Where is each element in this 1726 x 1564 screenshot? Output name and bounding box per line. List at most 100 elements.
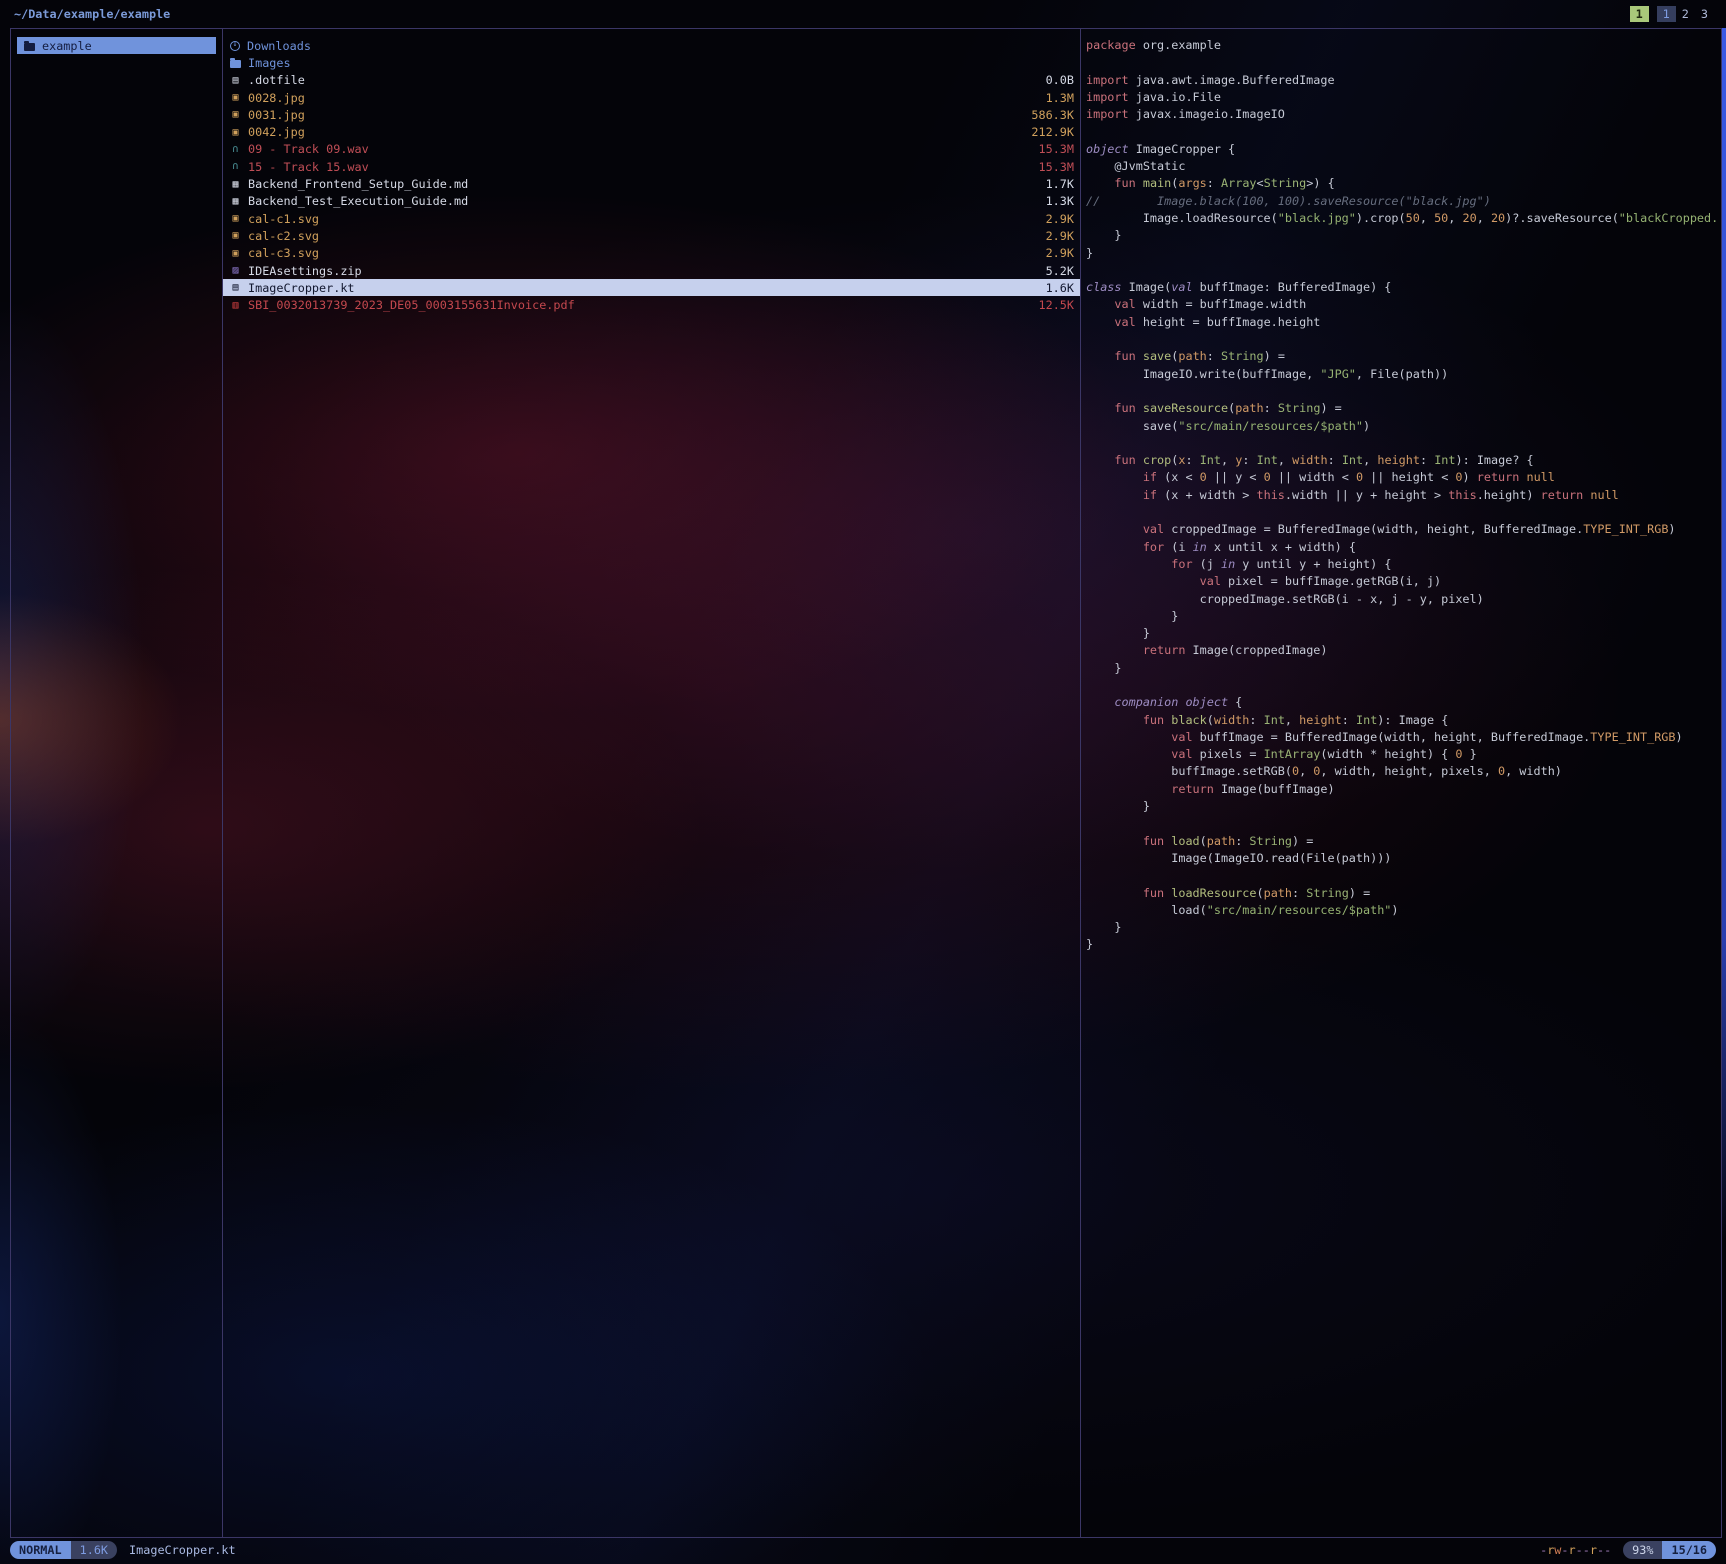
archive-icon: ▨	[229, 265, 242, 276]
code-line: companion object {	[1086, 694, 1721, 711]
code-line: load("src/main/resources/$path")	[1086, 902, 1721, 919]
code-line: class Image(val buffImage: BufferedImage…	[1086, 279, 1721, 296]
file-row[interactable]: ▣0028.jpg1.3M	[223, 89, 1080, 106]
status-right: -rw-r--r-- 93% 15/16	[1540, 1541, 1716, 1559]
file-row[interactable]: ∩09 - Track 09.wav15.3M	[223, 141, 1080, 158]
status-bar: NORMAL 1.6K ImageCropper.kt -rw-r--r-- 9…	[10, 1540, 1716, 1560]
file-name: ImageCropper.kt	[248, 281, 1040, 295]
code-line: fun save(path: String) =	[1086, 348, 1721, 365]
audio-icon: ∩	[229, 161, 242, 172]
file-name: Backend_Frontend_Setup_Guide.md	[248, 177, 1040, 191]
breadcrumb-path: ~/Data/example/example	[14, 7, 170, 21]
file-row[interactable]: ▤ImageCropper.kt1.6K	[223, 279, 1080, 296]
code-line: }	[1086, 245, 1721, 262]
code-line: for (i in x until x + width) {	[1086, 539, 1721, 556]
tab-3[interactable]: 3	[1695, 6, 1714, 22]
tab-2[interactable]: 2	[1676, 6, 1695, 22]
code-line: import java.awt.image.BufferedImage	[1086, 72, 1721, 89]
tabs-list: 123	[1657, 7, 1714, 21]
file-row[interactable]: ▣cal-c1.svg2.9K	[223, 210, 1080, 227]
mode-indicator: NORMAL	[10, 1541, 71, 1559]
parent-pane: example	[11, 29, 223, 1537]
file-size: 1.3K	[1046, 194, 1074, 208]
code-line: }	[1086, 919, 1721, 936]
image-icon: ▣	[229, 92, 242, 103]
code-line: buffImage.setRGB(0, 0, width, height, pi…	[1086, 763, 1721, 780]
code-line: val croppedImage = BufferedImage(width, …	[1086, 521, 1721, 538]
file-name: 0031.jpg	[248, 108, 1025, 122]
file-size-indicator: 1.6K	[71, 1541, 117, 1559]
file-size: 1.3M	[1046, 91, 1074, 105]
file-name: Images	[248, 56, 1068, 70]
markdown-icon: ▦	[229, 179, 242, 190]
code-line	[1086, 815, 1721, 832]
status-filename: ImageCropper.kt	[129, 1543, 236, 1557]
file-row[interactable]: ▥SBI_0032013739_2023_DE05_0003155631Invo…	[223, 296, 1080, 313]
code-line: if (x + width > this.width || y + height…	[1086, 487, 1721, 504]
code-line	[1086, 504, 1721, 521]
code-line: val width = buffImage.width	[1086, 296, 1721, 313]
file-row[interactable]: ▣0031.jpg586.3K	[223, 106, 1080, 123]
code-line: fun crop(x: Int, y: Int, width: Int, hei…	[1086, 452, 1721, 469]
markdown-icon: ▦	[229, 196, 242, 207]
code-line	[1086, 383, 1721, 400]
code-line: fun saveResource(path: String) =	[1086, 400, 1721, 417]
task-count-badge: 1	[1630, 6, 1649, 22]
file-row[interactable]: ▨IDEAsettings.zip5.2K	[223, 262, 1080, 279]
code-line	[1086, 867, 1721, 884]
file-name: 0042.jpg	[248, 125, 1025, 139]
file-row[interactable]: ▣cal-c3.svg2.9K	[223, 245, 1080, 262]
file-size: 1.7K	[1046, 177, 1074, 191]
file-name: Backend_Test_Execution_Guide.md	[248, 194, 1040, 208]
code-line	[1086, 331, 1721, 348]
image-icon: ▣	[229, 248, 242, 259]
file-size: 12.5K	[1038, 298, 1074, 312]
tab-1[interactable]: 1	[1657, 6, 1676, 22]
code-line: }	[1086, 798, 1721, 815]
file-row[interactable]: ▤ .dotfile 0.0B	[223, 72, 1080, 89]
code-line: fun main(args: Array<String>) {	[1086, 175, 1721, 192]
file-name: .dotfile	[248, 73, 1040, 87]
file-icon: ▤	[229, 75, 242, 86]
file-row[interactable]: Downloads	[223, 37, 1080, 54]
code-line: Image.loadResource("black.jpg").crop(50,…	[1086, 210, 1721, 227]
code-line: return Image(buffImage)	[1086, 781, 1721, 798]
code-line: croppedImage.setRGB(i - x, j - y, pixel)	[1086, 591, 1721, 608]
file-row[interactable]: ▣0042.jpg212.9K	[223, 123, 1080, 140]
folder-icon	[230, 60, 241, 68]
tab-bar: 1 123	[1630, 6, 1714, 22]
file-name: cal-c2.svg	[248, 229, 1040, 243]
scroll-percent: 93%	[1623, 1541, 1662, 1559]
file-row[interactable]: Images	[223, 54, 1080, 71]
code-line: save("src/main/resources/$path")	[1086, 418, 1721, 435]
file-size: 212.9K	[1031, 125, 1074, 139]
code-line: val pixels = IntArray(width * height) { …	[1086, 746, 1721, 763]
file-name: Downloads	[247, 39, 1068, 53]
pdf-icon: ▥	[229, 300, 242, 311]
file-size: 2.9K	[1046, 212, 1074, 226]
code-line: Image(ImageIO.read(File(path)))	[1086, 850, 1721, 867]
code-line: // Image.black(100, 100).saveResource("b…	[1086, 193, 1721, 210]
file-size: 2.9K	[1046, 229, 1074, 243]
file-row[interactable]: ∩15 - Track 15.wav15.3M	[223, 158, 1080, 175]
parent-dir-item[interactable]: example	[17, 37, 216, 54]
file-row[interactable]: ▣ cal-c2.svg 2.9K	[223, 227, 1080, 244]
terminal-window: ~/Data/example/example 1 123 example Dow…	[0, 0, 1726, 1564]
download-icon	[230, 41, 240, 51]
file-size: 0.0B	[1046, 73, 1074, 87]
code-line: package org.example	[1086, 37, 1721, 54]
code-line: @JvmStatic	[1086, 158, 1721, 175]
folder-icon	[24, 43, 35, 51]
code-line: val buffImage = BufferedImage(width, hei…	[1086, 729, 1721, 746]
file-row[interactable]: ▦ Backend_Test_Execution_Guide.md 1.3K	[223, 193, 1080, 210]
audio-icon: ∩	[229, 144, 242, 155]
file-size: 1.6K	[1046, 281, 1074, 295]
code-line: if (x < 0 || y < 0 || width < 0 || heigh…	[1086, 469, 1721, 486]
code-line: }	[1086, 936, 1721, 953]
code-line: ImageIO.write(buffImage, "JPG", File(pat…	[1086, 366, 1721, 383]
file-name: cal-c1.svg	[248, 212, 1040, 226]
header-bar: ~/Data/example/example 1 123	[0, 0, 1726, 28]
file-name: IDEAsettings.zip	[248, 264, 1040, 278]
file-row[interactable]: ▦ Backend_Frontend_Setup_Guide.md 1.7K	[223, 175, 1080, 192]
image-icon: ▣	[229, 230, 242, 241]
